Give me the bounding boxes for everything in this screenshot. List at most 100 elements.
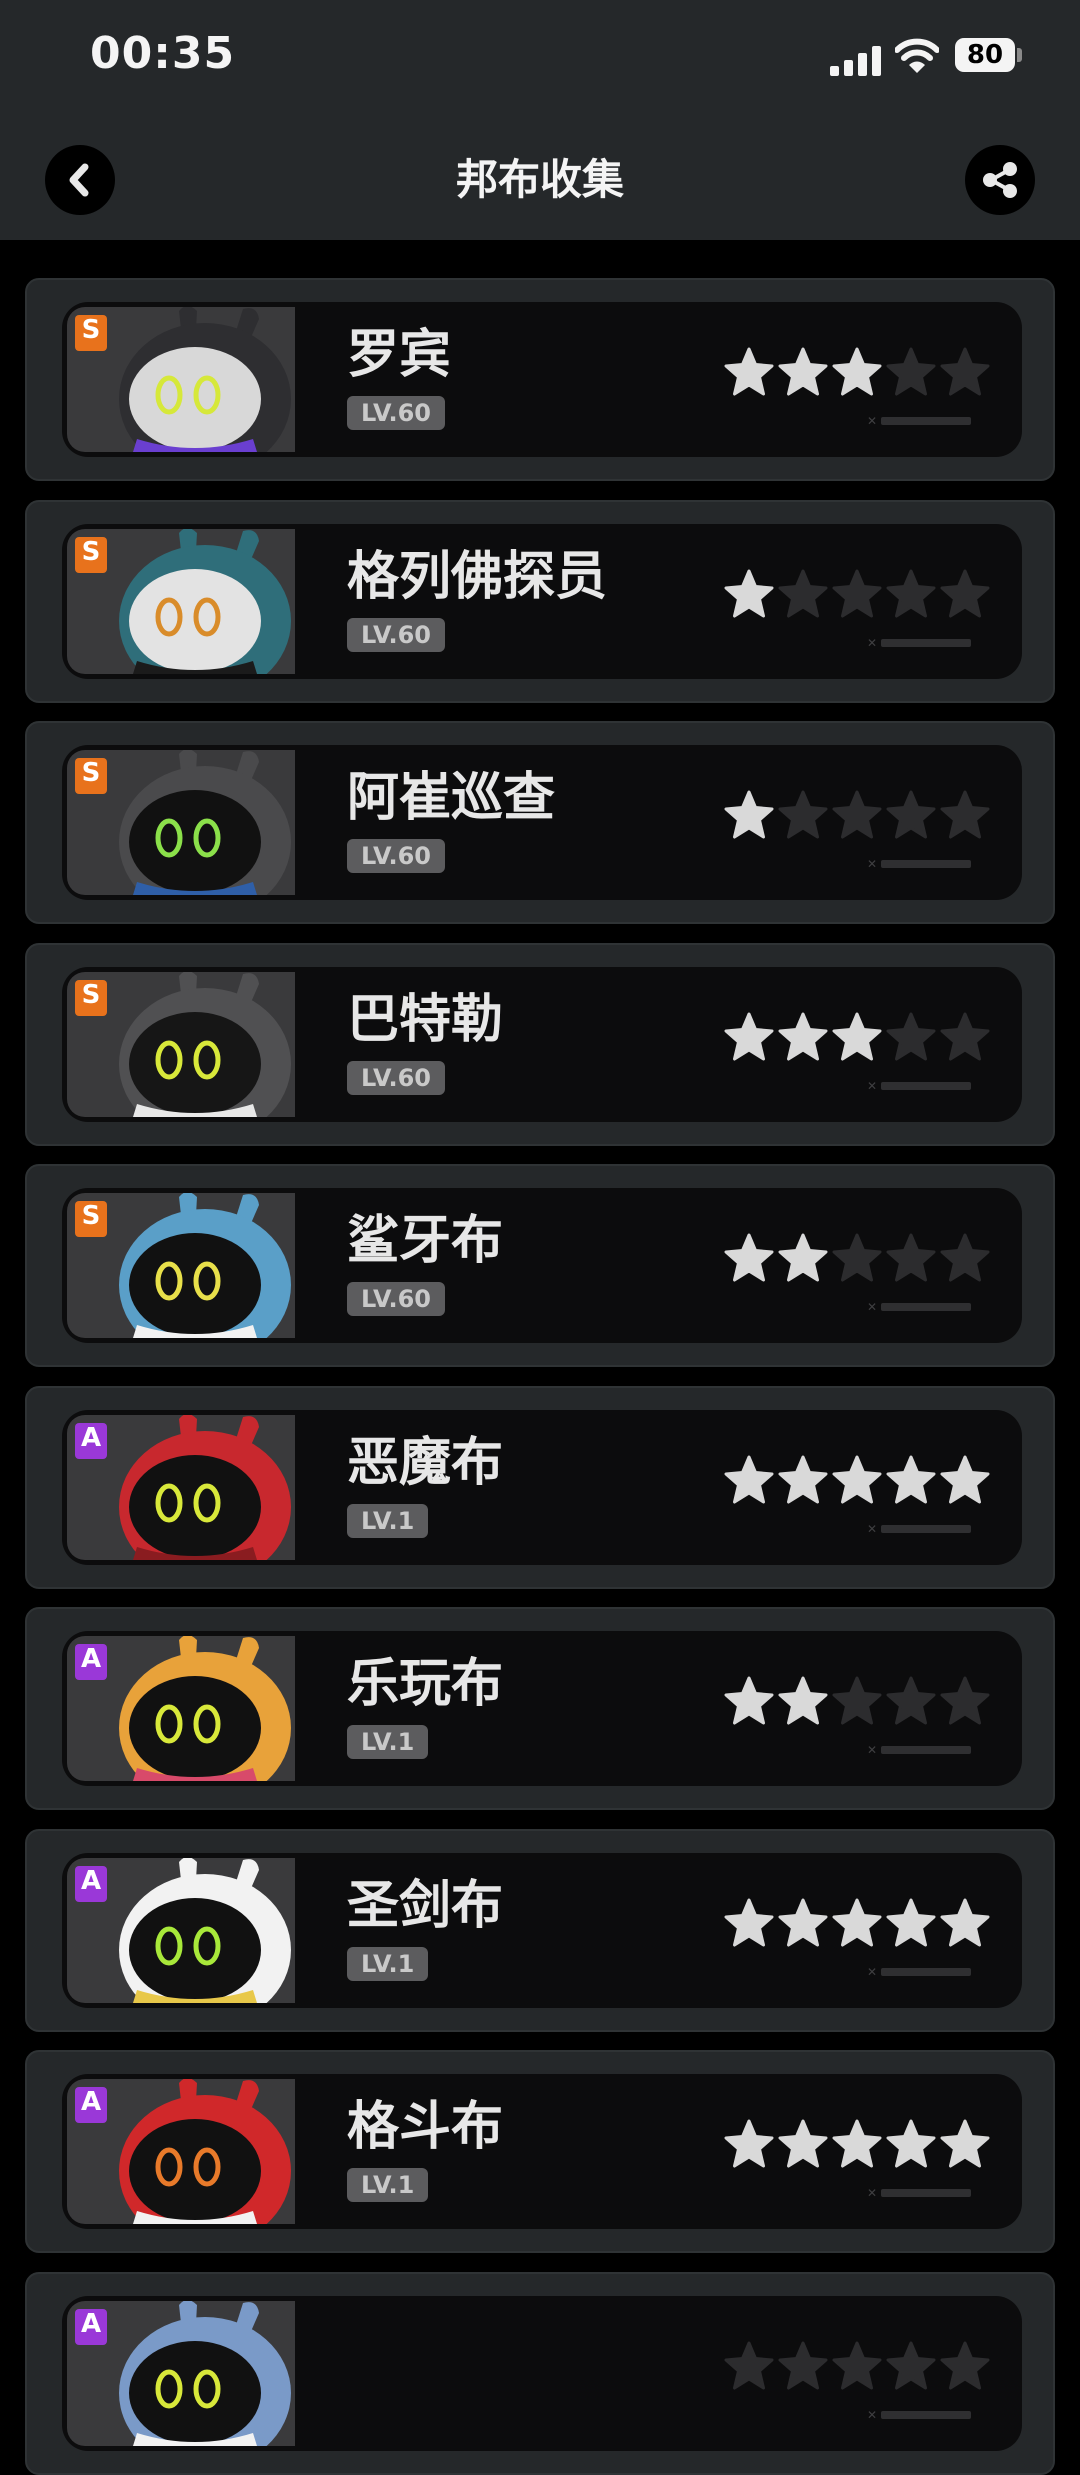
level-badge: LV.1 [347,1947,429,1981]
bangboo-card[interactable]: S 格列佛探员 LV.60 ✕ [25,500,1055,703]
star-filled-icon [722,1897,776,1951]
star-empty-icon [938,346,992,400]
star-filled-icon [722,1011,776,1065]
star-empty-icon [884,1675,938,1729]
share-icon [983,162,1017,198]
star-rating [722,789,1002,843]
decoration-x-icon: ✕ [867,1965,878,1979]
rank-badge: A [75,1644,107,1680]
bangboo-card-inner: A 恶魔布 LV.1 ✕ [62,1410,1022,1565]
bangboo-name: 鲨牙布 [347,1211,504,1271]
bangboo-card[interactable]: A 格斗布 LV.1 ✕ [25,2050,1055,2253]
bangboo-name: 阿崔巡查 [347,768,556,828]
battery-tip [1017,48,1022,62]
rank-badge: S [75,315,107,351]
star-filled-icon [884,2118,938,2172]
star-filled-icon [830,1011,884,1065]
decoration-x-icon: ✕ [867,2186,878,2200]
decoration-x-icon: ✕ [867,1522,878,1536]
star-filled-icon [884,1454,938,1508]
bangboo-name: 格列佛探员 [347,547,608,607]
star-rating [722,1011,1002,1065]
star-filled-icon [830,1897,884,1951]
star-filled-icon [722,2118,776,2172]
decoration-bar [881,1303,972,1311]
bangboo-card[interactable]: S 鲨牙布 LV.60 ✕ [25,1164,1055,1367]
rank-badge: A [75,1866,107,1902]
decoration-bar [881,2411,972,2419]
bangboo-card[interactable]: A ✕ [25,2272,1055,2475]
star-rating [722,1897,1002,1951]
decoration-bar [881,417,972,425]
decoration-x-icon: ✕ [867,2408,878,2422]
rank-badge: S [75,758,107,794]
star-empty-icon [776,789,830,843]
bangboo-card-inner: S 格列佛探员 LV.60 ✕ [62,524,1022,679]
status-time: 00:35 [90,28,236,79]
decoration-x-icon: ✕ [867,1300,878,1314]
bangboo-portrait: S [67,529,295,674]
star-empty-icon [884,1011,938,1065]
decoration-x-icon: ✕ [867,857,878,871]
star-empty-icon [776,2340,830,2394]
bangboo-card[interactable]: S 阿崔巡查 LV.60 ✕ [25,721,1055,924]
decoration-bar [881,1082,972,1090]
nav-bar: 邦布收集 [0,120,1080,240]
star-filled-icon [722,568,776,622]
star-rating [722,2340,1002,2394]
share-button[interactable] [965,145,1035,215]
rank-badge: A [75,2309,107,2345]
bangboo-name: 乐玩布 [347,1654,504,1714]
bangboo-name: 格斗布 [347,2097,504,2157]
bangboo-card-inner: A 格斗布 LV.1 ✕ [62,2074,1022,2229]
level-badge: LV.60 [347,839,445,873]
star-filled-icon [776,1232,830,1286]
bangboo-card[interactable]: A 圣剑布 LV.1 ✕ [25,1829,1055,2032]
bangboo-portrait: A [67,2301,295,2446]
star-filled-icon [722,1454,776,1508]
bangboo-name: 恶魔布 [347,1433,504,1493]
bangboo-card-inner: S 阿崔巡查 LV.60 ✕ [62,745,1022,900]
star-rating [722,1454,1002,1508]
star-empty-icon [884,346,938,400]
bangboo-card[interactable]: S 罗宾 LV.60 ✕ [25,278,1055,481]
level-badge: LV.60 [347,396,445,430]
star-rating [722,2118,1002,2172]
bangboo-name: 圣剑布 [347,1876,504,1936]
unit-code-decoration: ✕ [867,2409,982,2421]
unit-code-decoration: ✕ [867,2187,982,2199]
star-empty-icon [938,1011,992,1065]
unit-code-decoration: ✕ [867,1080,982,1092]
rank-badge: S [75,1201,107,1237]
star-filled-icon [938,2118,992,2172]
bangboo-card[interactable]: S 巴特勒 LV.60 ✕ [25,943,1055,1146]
star-filled-icon [830,346,884,400]
page-title: 邦布收集 [455,155,624,204]
decoration-x-icon: ✕ [867,1079,878,1093]
status-bar: 00:35 80 [0,0,1080,120]
star-filled-icon [776,1897,830,1951]
unit-code-decoration: ✕ [867,1744,982,1756]
rank-badge: A [75,2087,107,2123]
bangboo-card[interactable]: A 恶魔布 LV.1 ✕ [25,1386,1055,1589]
star-empty-icon [884,568,938,622]
bangboo-portrait: S [67,750,295,895]
unit-code-decoration: ✕ [867,858,982,870]
level-badge: LV.1 [347,1504,429,1538]
unit-code-decoration: ✕ [867,1966,982,1978]
bangboo-card-inner: S 罗宾 LV.60 ✕ [62,302,1022,457]
star-filled-icon [776,1675,830,1729]
bangboo-portrait: S [67,1193,295,1338]
star-empty-icon [938,1675,992,1729]
star-rating [722,346,1002,400]
star-empty-icon [884,789,938,843]
cellular-signal-icon [830,44,882,76]
star-filled-icon [938,1897,992,1951]
star-rating [722,1232,1002,1286]
star-filled-icon [776,346,830,400]
bangboo-card-inner: A 乐玩布 LV.1 ✕ [62,1631,1022,1786]
star-filled-icon [776,2118,830,2172]
level-badge: LV.1 [347,2168,429,2202]
bangboo-card[interactable]: A 乐玩布 LV.1 ✕ [25,1607,1055,1810]
unit-code-decoration: ✕ [867,415,982,427]
